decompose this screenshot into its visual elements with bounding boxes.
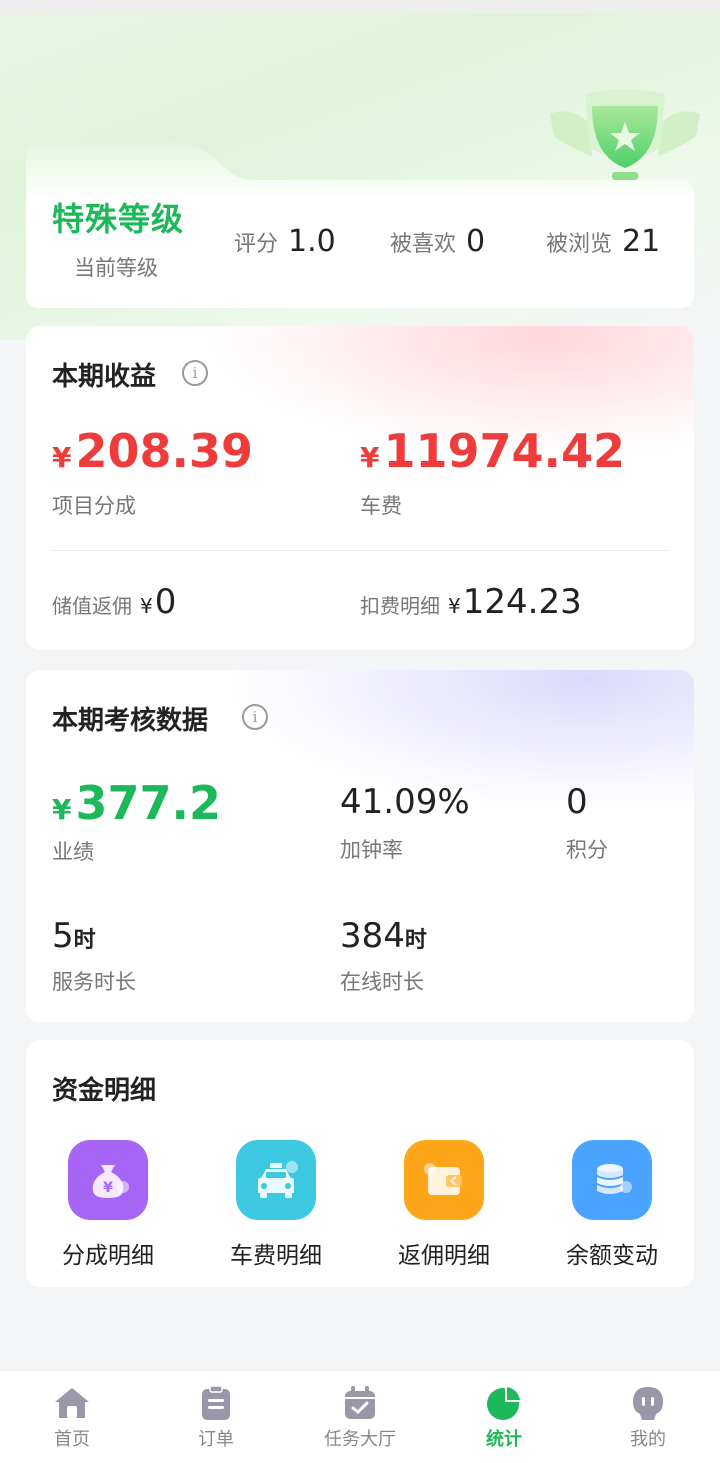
fare-detail-button[interactable]: 车费明细 — [206, 1140, 346, 1270]
currency-symbol: ¥ — [140, 594, 153, 618]
level-sub-label: 当前等级 — [74, 256, 158, 280]
rating-value: 1.0 — [288, 224, 336, 259]
overtime-rate-value: 41.09% — [340, 782, 470, 822]
share-detail-label: 分成明细 — [62, 1243, 154, 1269]
project-share-amount: ¥ 208.39 — [52, 424, 253, 478]
service-hours: 5时 — [52, 916, 96, 956]
nav-item-home[interactable]: 首页 — [22, 1385, 122, 1451]
rating-label: 评分 — [234, 232, 279, 257]
overtime-rate-label: 加钟率 — [340, 838, 403, 862]
fund-detail-card: 资金明细 ¥ 分成明细 车费明细 返佣明细 余额变动 — [26, 1040, 694, 1287]
nav-item-statistics[interactable]: 统计 — [454, 1384, 554, 1451]
level-name: 特殊等级 — [52, 200, 185, 238]
nav-label-statistics: 统计 — [486, 1429, 522, 1450]
assessment-title: 本期考核数据 — [52, 706, 209, 736]
divider — [52, 550, 668, 551]
online-hours-value: 384 — [340, 916, 405, 956]
nav-label-task-hall: 任务大厅 — [324, 1429, 396, 1450]
project-share-label: 项目分成 — [52, 494, 136, 518]
order-icon — [196, 1385, 236, 1421]
user-icon — [628, 1385, 668, 1421]
fund-detail-title: 资金明细 — [52, 1076, 157, 1106]
points-value: 0 — [566, 782, 588, 822]
deduction-detail-label: 扣费明细 — [360, 594, 440, 618]
deduction-detail: 扣费明细 ¥ 124.23 — [360, 582, 582, 622]
views-value: 21 — [622, 224, 661, 259]
bottom-nav: 首页 订单 任务大厅 统计 我的 — [0, 1370, 720, 1463]
service-hours-label: 服务时长 — [52, 970, 136, 994]
fare-label: 车费 — [360, 494, 402, 518]
stored-value-rebate: 储值返佣 ¥ 0 — [52, 582, 176, 622]
nav-item-orders[interactable]: 订单 — [166, 1385, 266, 1451]
stored-value-rebate-label: 储值返佣 — [52, 594, 132, 618]
views-stat: 被浏览 21 — [546, 224, 660, 259]
info-icon[interactable]: i — [242, 704, 268, 730]
stored-value-rebate-value: 0 — [154, 582, 177, 622]
level-card: 特殊等级 当前等级 评分 1.0 被喜欢 0 被浏览 21 — [26, 143, 694, 308]
likes-value: 0 — [466, 224, 486, 259]
rating-stat: 评分 1.0 — [234, 224, 336, 259]
currency-symbol: ¥ — [360, 441, 380, 474]
income-title: 本期收益 — [52, 362, 157, 392]
taxi-icon — [236, 1140, 316, 1220]
calendar-icon — [340, 1385, 380, 1421]
fare-value: 11974.42 — [383, 424, 626, 478]
status-bar — [0, 0, 720, 14]
nav-label-home: 首页 — [54, 1429, 90, 1450]
wallet-icon — [404, 1140, 484, 1220]
online-hours: 384时 — [340, 916, 427, 956]
likes-label: 被喜欢 — [390, 232, 457, 257]
performance-value: 377.2 — [75, 776, 221, 830]
rebate-detail-button[interactable]: 返佣明细 — [374, 1140, 514, 1270]
balance-change-button[interactable]: 余额变动 — [542, 1140, 682, 1270]
online-hours-unit: 时 — [404, 928, 427, 953]
service-hours-unit: 时 — [73, 928, 96, 953]
nav-label-orders: 订单 — [198, 1429, 234, 1450]
deduction-detail-value: 124.23 — [462, 582, 582, 622]
info-icon[interactable]: i — [182, 360, 208, 386]
project-share-value: 208.39 — [75, 424, 253, 478]
coin-stack-icon — [572, 1140, 652, 1220]
assessment-card: 本期考核数据 i ¥ 377.2 业绩 41.09% 加钟率 0 积分 5时 服… — [26, 670, 694, 1022]
money-bag-icon: ¥ — [68, 1140, 148, 1220]
nav-item-mine[interactable]: 我的 — [598, 1385, 698, 1451]
likes-stat: 被喜欢 0 — [390, 224, 485, 259]
fare-detail-label: 车费明细 — [230, 1243, 322, 1269]
service-hours-value: 5 — [52, 916, 74, 956]
performance-amount: ¥ 377.2 — [52, 776, 221, 830]
views-label: 被浏览 — [546, 232, 613, 257]
rebate-detail-label: 返佣明细 — [398, 1243, 490, 1269]
currency-symbol: ¥ — [52, 793, 72, 826]
svg-text:¥: ¥ — [103, 1180, 113, 1196]
income-card: 本期收益 i ¥ 208.39 项目分成 ¥ 11974.42 车费 储值返佣 … — [26, 326, 694, 650]
balance-change-label: 余额变动 — [566, 1243, 658, 1269]
performance-label: 业绩 — [52, 840, 94, 864]
online-hours-label: 在线时长 — [340, 970, 424, 994]
fare-amount: ¥ 11974.42 — [360, 424, 625, 478]
currency-symbol: ¥ — [448, 594, 461, 618]
share-detail-button[interactable]: ¥ 分成明细 — [38, 1140, 178, 1270]
nav-item-task-hall[interactable]: 任务大厅 — [310, 1385, 410, 1451]
points-label: 积分 — [566, 838, 608, 862]
currency-symbol: ¥ — [52, 441, 72, 474]
nav-label-mine: 我的 — [630, 1429, 666, 1450]
pie-chart-icon — [484, 1384, 524, 1421]
home-icon — [52, 1385, 92, 1421]
